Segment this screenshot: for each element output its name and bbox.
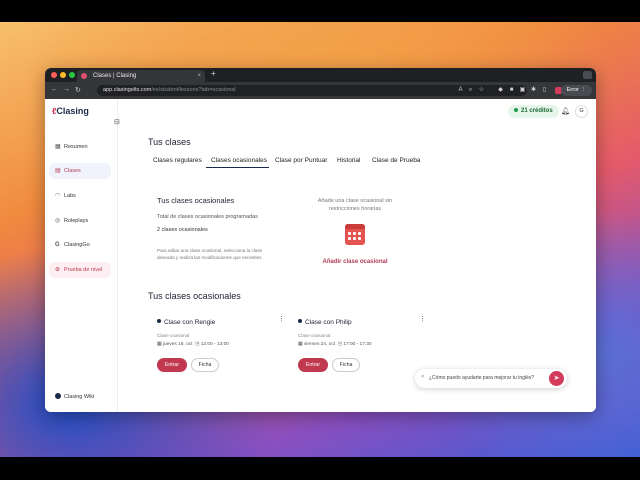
maximize-window-icon[interactable]	[69, 72, 75, 78]
sidebar-item-clases[interactable]: ▤ Clases	[49, 163, 111, 179]
browser-error-label: Error	[566, 87, 579, 93]
class-time: 12:00 - 13:00	[200, 342, 229, 347]
app-page: ℓClasing ▦ Resumen ▤ Clases ◠ Labs ◎ Rolepla…	[45, 99, 596, 412]
extension-icon[interactable]: ◆	[497, 87, 504, 94]
clasing-logo[interactable]: ℓClasing	[52, 106, 89, 116]
class-type: Clase ocasional	[298, 333, 331, 338]
page-title: Tus clases	[148, 137, 191, 147]
class-schedule: ▦ jueves 16, oct ◷ 12:00 - 13:00	[157, 342, 229, 347]
url-path: /es/student/lessons?tab=ocasional	[151, 87, 236, 93]
summary-total-label: Total de clases ocasionales programadas	[157, 214, 258, 220]
class-name: Clase con Philip	[298, 319, 352, 326]
window-menu-icon[interactable]	[583, 71, 592, 79]
url-host: app.clasingelts.com	[103, 87, 152, 93]
add-class-text: Añade una clase ocasional sin restriccio…	[317, 198, 393, 212]
browser-error-button[interactable]: Error ⋮	[560, 85, 592, 96]
credits-badge[interactable]: 21 créditos	[508, 105, 559, 118]
summary-title: Tus clases ocasionales	[157, 196, 235, 205]
chat-prompt[interactable]: ¿Cómo puedo ayudarte para mejorar tu ing…	[429, 375, 534, 381]
zoom-icon[interactable]: ⌕	[467, 87, 474, 94]
class-card: Clase con Philip ⋮ Clase ocasional ▦ vie…	[298, 311, 426, 377]
tab-clases-ocasionales[interactable]: Clases ocasionales	[206, 157, 270, 168]
translate-icon[interactable]: A	[457, 87, 464, 94]
class-sheet-button[interactable]: Ficha	[332, 358, 360, 372]
tab-clase-por-puntuar[interactable]: Clase por Puntuar	[275, 157, 327, 164]
sidebar-item-label: Clases	[64, 168, 81, 174]
class-date: jueves 16, oct	[162, 342, 193, 347]
class-name: Clase con Rengie	[157, 319, 215, 326]
grid-icon: ▦	[55, 144, 61, 150]
tab-historial[interactable]: Historial	[337, 157, 360, 164]
extension-icon[interactable]: ■	[508, 87, 515, 94]
minimize-window-icon[interactable]	[60, 72, 66, 78]
enter-class-button[interactable]: Entrar	[298, 358, 328, 372]
class-card: Clase con Rengie ⋮ Clase ocasional ▦ jue…	[157, 311, 285, 377]
sidebar-item-clasing-wiki[interactable]: Clasing Wiki	[55, 393, 94, 400]
clasing-favicon-icon	[81, 73, 87, 79]
send-icon[interactable]: ➤	[549, 371, 564, 386]
roleplay-icon: ◎	[55, 218, 61, 224]
sidebar-item-label: Roleplays	[64, 218, 89, 224]
sidebar-item-labs[interactable]: ◠ Labs	[49, 188, 111, 204]
bell-icon[interactable]: 🔔︎	[561, 107, 570, 115]
sidebar-item-clasinggo[interactable]: G ClasingGo	[49, 237, 111, 253]
sidebar-item-label: Labs	[64, 193, 76, 199]
browser-tab[interactable]: Clases | Clasing ×	[77, 70, 205, 82]
add-occasional-class-link[interactable]: Añadir clase ocasional	[310, 259, 400, 265]
more-options-icon[interactable]: ⋮	[278, 315, 285, 323]
extension-icon[interactable]: ▣	[519, 87, 526, 94]
sidebar: ℓClasing ▦ Resumen ▤ Clases ◠ Labs ◎ Rolepla…	[45, 99, 118, 412]
headset-icon: ◠	[55, 193, 61, 199]
close-chat-icon[interactable]: ×	[421, 374, 424, 380]
close-window-icon[interactable]	[51, 72, 57, 78]
sidebar-item-label: Prueba de nivel	[64, 267, 103, 273]
class-date: viernes 24, oct	[303, 342, 336, 347]
tab-close-icon[interactable]: ×	[197, 70, 201, 82]
sidebar-item-resumen[interactable]: ▦ Resumen	[49, 139, 111, 155]
sidebar-item-label: ClasingGo	[64, 242, 90, 248]
sidebar-item-roleplays[interactable]: ◎ Roleplays	[49, 213, 111, 229]
enter-class-button[interactable]: Entrar	[157, 358, 187, 372]
bookmark-star-icon[interactable]: ☆	[478, 87, 485, 94]
sidebar-item-label: Resumen	[64, 144, 88, 150]
browser-tab-title: Clases | Clasing	[93, 73, 137, 79]
tab-clase-de-prueba[interactable]: Clase de Prueba	[372, 157, 420, 164]
more-options-icon[interactable]: ⋮	[419, 315, 426, 323]
level-test-icon: ⊕	[55, 267, 61, 273]
go-icon: G	[55, 242, 60, 248]
class-time: 17:00 - 17:30	[343, 342, 372, 347]
wiki-icon	[55, 393, 61, 399]
tab-clases-regulares[interactable]: Clases regulares	[153, 157, 202, 164]
credits-dot-icon	[514, 108, 518, 112]
sidebar-item-prueba-de-nivel[interactable]: ⊕ Prueba de nivel	[49, 262, 111, 278]
avatar[interactable]: G	[575, 105, 588, 118]
puzzle-icon[interactable]: ✱	[530, 87, 537, 94]
assistant-chat-box[interactable]: × ¿Cómo puedo ayudarte para mejorar tu i…	[415, 369, 567, 388]
class-schedule: ▦ viernes 24, oct ◷ 17:00 - 17:30	[298, 342, 372, 347]
sidebar-item-label: Clasing Wiki	[64, 394, 95, 400]
address-bar-row: ← → ↻ app.clasingelts.com/es/student/les…	[45, 82, 596, 99]
summary-count: 2 clases ocasionales	[157, 227, 208, 233]
browser-window: Clases | Clasing × + ← → ↻ app.clasingel…	[45, 68, 596, 412]
new-tab-icon[interactable]: +	[211, 69, 216, 78]
summary-help-text: Para editar una clase ocasional, selecci…	[157, 248, 263, 260]
forward-icon[interactable]: →	[63, 86, 70, 93]
sidepanel-icon[interactable]: ▯	[541, 87, 548, 94]
calendar-illustration-icon	[345, 224, 365, 245]
back-icon[interactable]: ←	[51, 86, 58, 93]
class-sheet-button[interactable]: Ficha	[191, 358, 219, 372]
collapse-sidebar-icon[interactable]: ⊟	[114, 118, 120, 126]
browser-tab-bar: Clases | Clasing × +	[45, 68, 596, 82]
reload-icon[interactable]: ↻	[75, 86, 81, 94]
section-title: Tus clases ocasionales	[148, 291, 241, 301]
credits-label: 21 créditos	[521, 108, 553, 114]
calendar-icon: ▤	[55, 168, 61, 174]
logo-text: Clasing	[56, 106, 89, 116]
class-type: Clase ocasional	[157, 333, 190, 338]
